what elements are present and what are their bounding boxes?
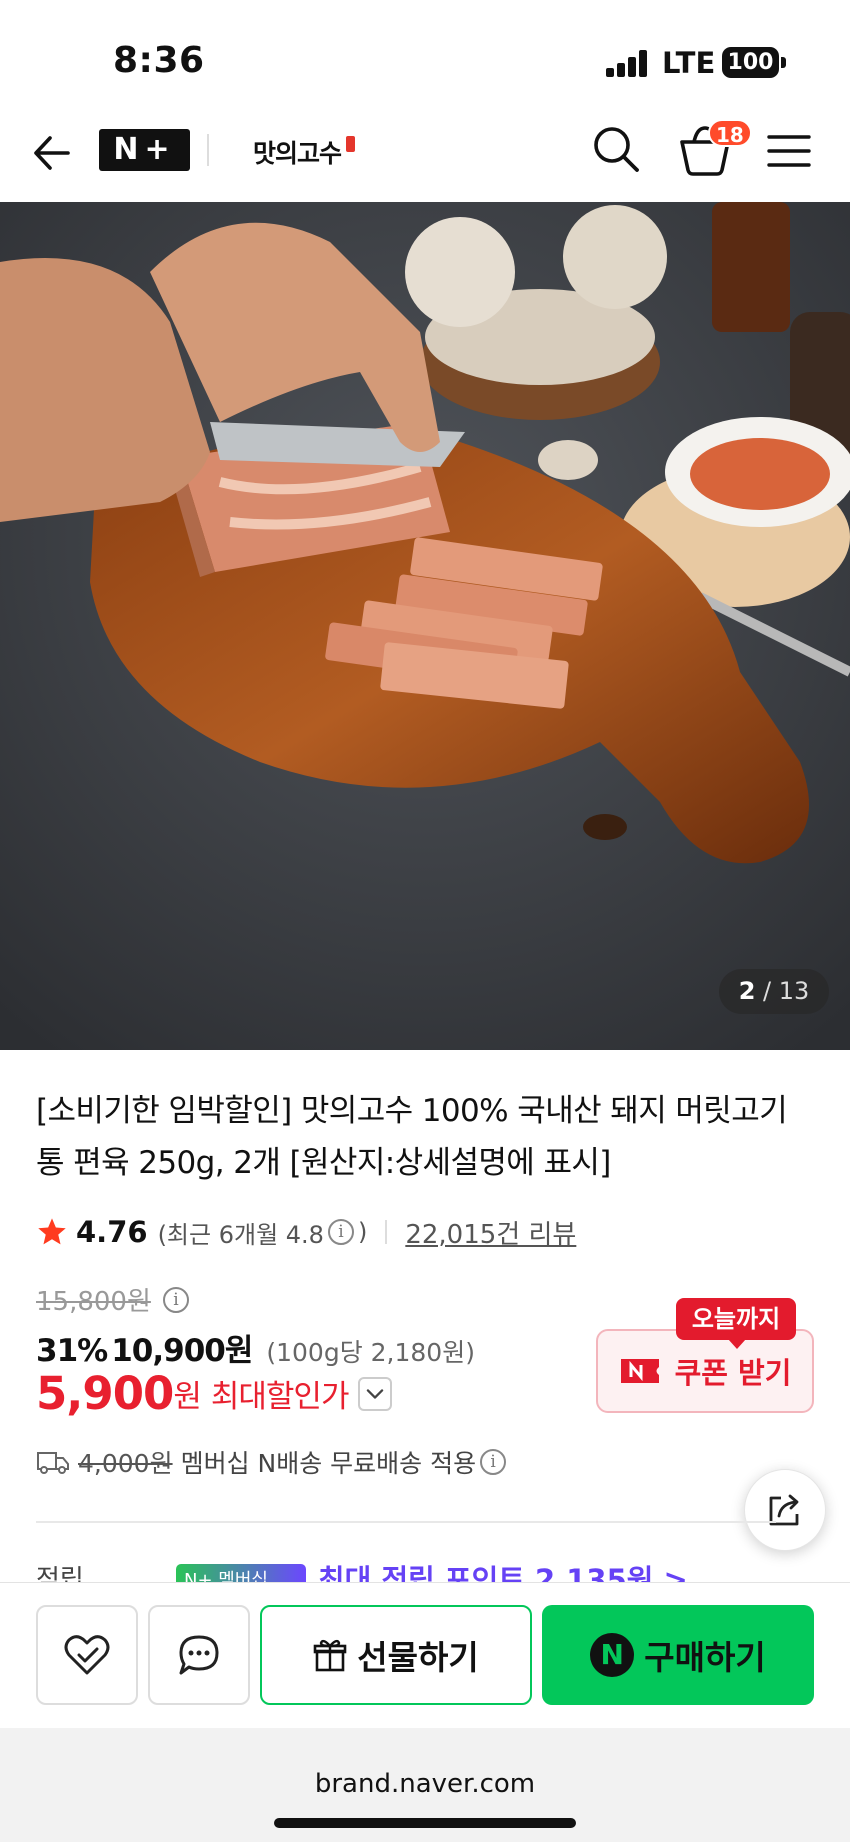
url-text[interactable]: brand.naver.com	[0, 1769, 850, 1799]
rating-row: 4.76 (최근 6개월 4.8 i ) 22,015건 리뷰	[36, 1212, 576, 1252]
share-button[interactable]	[744, 1469, 826, 1551]
coupon-button-label: 쿠폰 받기	[674, 1356, 792, 1390]
arrow-left-icon	[34, 136, 70, 170]
product-title: [소비기한 임박할인] 맛의고수 100% 국내산 돼지 머릿고기 통 편육 2…	[36, 1093, 788, 1181]
original-price: 15,800원	[36, 1287, 151, 1317]
search-button[interactable]	[590, 123, 642, 175]
points-label: 적립	[36, 1565, 84, 1584]
hamburger-menu-icon	[767, 135, 811, 167]
gift-button[interactable]: 선물하기	[260, 1605, 532, 1705]
unit-price: (100g당 2,180원)	[266, 1338, 475, 1367]
product-image[interactable]	[0, 202, 850, 1050]
status-time: 8:36	[113, 40, 205, 81]
coupon-button[interactable]: 쿠폰 받기	[596, 1329, 814, 1413]
image-index: 2	[738, 977, 756, 1005]
menu-button[interactable]	[766, 128, 812, 174]
share-icon	[769, 1494, 799, 1526]
max-discount-currency: 원	[173, 1379, 202, 1415]
points-row[interactable]: 적립 N+ 멤버십 최대 적립 포인트 2,135원 >	[36, 1560, 836, 1584]
info-icon[interactable]: i	[480, 1449, 507, 1475]
home-indicator[interactable]	[274, 1818, 576, 1828]
nplus-logo[interactable]: N+	[99, 129, 190, 171]
wishlist-button[interactable]	[36, 1605, 138, 1705]
signal-icon	[606, 50, 648, 77]
battery-tip	[781, 57, 786, 68]
rating-value: 4.76	[76, 1215, 148, 1249]
price-row: 31% 10,900원 (100g당 2,180원)	[36, 1325, 475, 1370]
brand-mark-icon	[346, 136, 355, 152]
product-photo	[0, 202, 850, 1050]
battery-icon: 100	[722, 47, 779, 78]
truck-icon	[37, 1452, 69, 1474]
coupon-deadline-badge: 오늘까지	[676, 1298, 796, 1349]
status-bar: 8:36 LTE 100	[0, 0, 850, 120]
search-icon	[594, 127, 639, 172]
review-count-link[interactable]: 22,015건 리뷰	[405, 1214, 576, 1251]
sale-price: 10,900원	[111, 1333, 253, 1369]
rating-divider	[385, 1220, 388, 1244]
bottom-action-bar: 선물하기 N 구매하기	[0, 1582, 850, 1728]
heart-check-icon	[64, 1635, 110, 1675]
original-price-row: 15,800원 i	[36, 1281, 193, 1318]
buy-button[interactable]: N 구매하기	[542, 1605, 814, 1705]
image-counter: 2 / 13	[719, 969, 829, 1014]
max-points-text: 최대 적립 포인트 2,135원 >	[318, 1563, 688, 1584]
brand-store-name[interactable]: 맛의고수	[253, 134, 342, 170]
shipping-text: 멤버십 N배송 무료배송 적용	[180, 1449, 477, 1478]
browser-url-bar[interactable]: brand.naver.com	[0, 1728, 850, 1842]
max-discount-label: 최대할인가	[210, 1379, 350, 1415]
coupon-n-icon	[620, 1359, 659, 1383]
chat-bubble-icon	[179, 1635, 219, 1675]
header-divider	[207, 134, 209, 166]
rating-recent: (최근 6개월 4.8	[157, 1220, 324, 1249]
npay-icon: N	[590, 1633, 635, 1677]
max-discount-row[interactable]: 5,900 원 최대할인가	[36, 1367, 393, 1420]
max-discount-price: 5,900	[36, 1367, 174, 1420]
info-icon[interactable]: i	[327, 1219, 354, 1245]
gift-button-label: 선물하기	[357, 1638, 479, 1677]
shipping-row: 4,000원 멤버십 N배송 무료배송 적용 i	[36, 1444, 510, 1480]
gift-icon	[313, 1639, 347, 1672]
cart-count-badge: 18	[708, 119, 752, 147]
network-type: LTE	[662, 46, 716, 80]
info-icon[interactable]: i	[162, 1286, 189, 1313]
shipping-original-fee: 4,000원	[78, 1449, 173, 1478]
discount-rate: 31%	[36, 1333, 108, 1369]
chevron-down-icon[interactable]	[358, 1376, 393, 1411]
section-divider	[36, 1521, 776, 1523]
star-icon	[38, 1218, 66, 1245]
buy-button-label: 구매하기	[644, 1638, 766, 1677]
talk-button[interactable]	[148, 1605, 250, 1705]
back-button[interactable]	[28, 128, 78, 178]
rating-recent-close: )	[357, 1218, 368, 1246]
image-total: 13	[778, 977, 810, 1005]
membership-badge: N+ 멤버십	[176, 1564, 306, 1584]
